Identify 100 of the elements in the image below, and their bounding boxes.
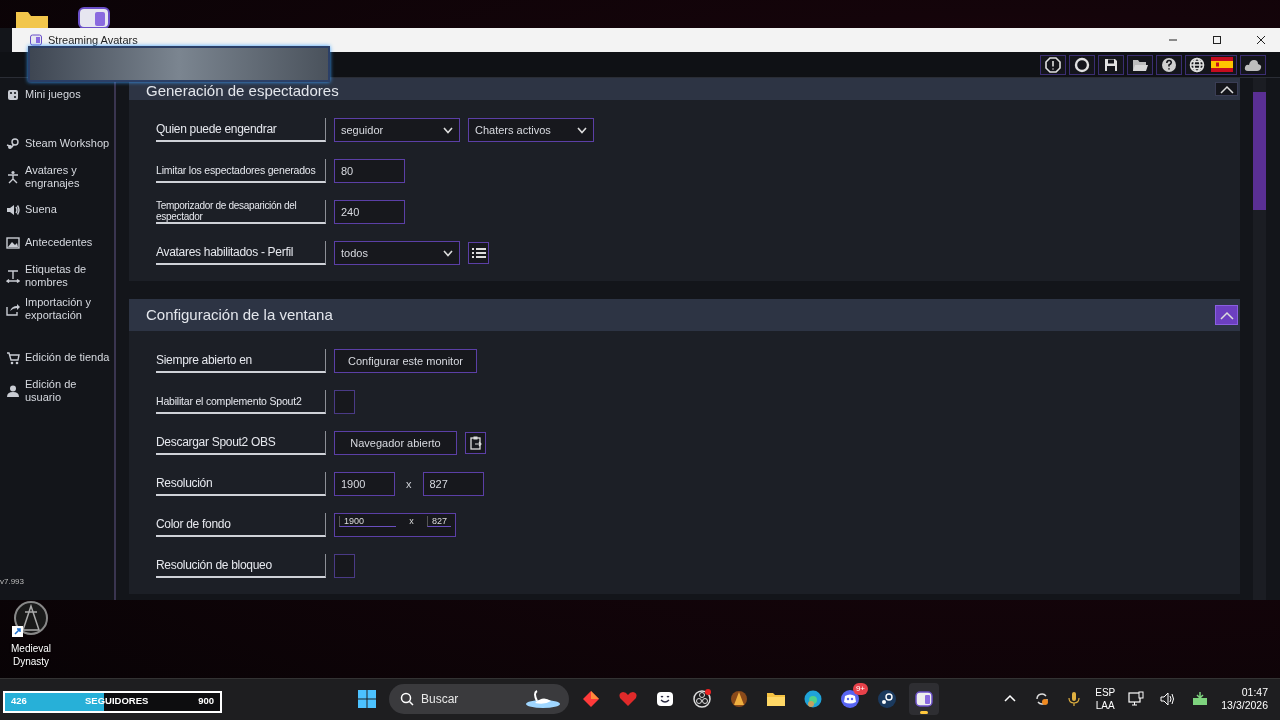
dropdown[interactable]: seguidor — [334, 118, 460, 142]
scrollbar-thumb[interactable] — [1253, 92, 1266, 210]
search-icon — [400, 692, 414, 706]
language-button[interactable] — [1185, 54, 1237, 75]
taskbar-app[interactable] — [909, 683, 939, 715]
width-field[interactable]: 1900 — [334, 472, 395, 496]
steam-icon — [877, 689, 897, 709]
version-label: v7.993 — [0, 577, 25, 586]
browser-icon — [803, 689, 823, 709]
app-icon — [914, 689, 934, 709]
save-button[interactable] — [1098, 54, 1124, 75]
window-title: Streaming Avatars — [48, 34, 139, 46]
configure-button[interactable]: Configurar este monitor — [334, 349, 477, 373]
setting-label: Temporizador de desaparición del espectador — [156, 200, 326, 224]
height-field[interactable]: 827 — [422, 472, 484, 496]
picture-icon — [6, 235, 20, 250]
clipboard-icon — [469, 436, 482, 450]
diamond-icon — [581, 689, 601, 709]
search-field[interactable]: Buscar — [389, 684, 569, 714]
setting-label: Descargar Spout2 OBS — [156, 431, 326, 455]
app-icon — [30, 34, 42, 46]
setting-label: Avatares habilitados - Perfil — [156, 241, 326, 265]
times-sign: x — [408, 516, 415, 526]
language-indicator[interactable]: ESP LAA — [1095, 686, 1116, 712]
sidebar-item[interactable]: Avatares y engranajes — [0, 160, 114, 193]
taskbar-app[interactable]: 9+ — [835, 683, 865, 715]
cart-icon — [6, 350, 20, 365]
shortcut-icon[interactable] — [11, 600, 51, 640]
steam-icon — [6, 136, 20, 151]
collapse-button[interactable] — [1215, 82, 1238, 96]
alert-icon — [1045, 56, 1061, 73]
sync-icon — [1034, 691, 1051, 707]
color-field[interactable]: 1900 x 827 — [334, 513, 456, 537]
refresh-button[interactable] — [1069, 54, 1095, 75]
heart-icon — [618, 689, 638, 709]
save-icon — [1103, 56, 1119, 73]
export-icon — [6, 301, 20, 316]
cloud-button[interactable] — [1240, 54, 1266, 75]
list-button[interactable] — [468, 242, 489, 264]
setting-label: Resolución — [156, 472, 326, 496]
chevron-down-icon — [443, 249, 453, 257]
section-title: Configuración de la ventana — [146, 306, 333, 324]
dropdown[interactable]: Chaters activos — [468, 118, 594, 142]
sidebar-item[interactable]: Edición de tienda — [0, 341, 114, 374]
sidebar-item[interactable]: Importación y exportación — [0, 292, 114, 325]
volume-icon — [1160, 691, 1177, 707]
chevron-up-icon — [1219, 310, 1234, 320]
user-icon — [6, 383, 20, 398]
close-icon — [1256, 35, 1266, 45]
clipboard-button[interactable] — [465, 432, 486, 454]
dice-icon — [6, 87, 20, 102]
swan-icon — [525, 689, 561, 709]
maximize-icon — [1212, 35, 1222, 45]
list-icon — [471, 247, 486, 259]
number-field[interactable]: 240 — [334, 200, 405, 224]
setting-label: Quien puede engendrar — [156, 118, 326, 142]
obs-icon — [692, 689, 712, 709]
shortcut-label[interactable]: Medieval Dynasty — [4, 642, 58, 668]
open-folder-button[interactable] — [1127, 54, 1153, 75]
field-value: 827 — [426, 516, 451, 527]
help-icon — [1161, 56, 1177, 73]
checkbox[interactable] — [334, 390, 355, 414]
sidebar-item[interactable]: Etiquetas de nombres — [0, 259, 114, 292]
section-title: Generación de espectadores — [146, 82, 339, 100]
open-browser-button[interactable]: Navegador abierto — [334, 431, 457, 455]
dropdown[interactable]: todos — [334, 241, 460, 265]
notification-badge: 9+ — [852, 683, 868, 695]
cloud-icon — [1244, 57, 1262, 72]
person-icon — [6, 169, 20, 184]
sidebar-item[interactable]: Steam Workshop — [0, 127, 114, 160]
app-icon — [78, 6, 110, 28]
game-logo-icon — [729, 689, 749, 709]
chat-app-icon — [840, 689, 860, 709]
number-field[interactable]: 80 — [334, 159, 405, 183]
sidebar-item[interactable]: Suena — [0, 193, 114, 226]
field-value: 1900 — [339, 516, 396, 527]
meter-current: 426 — [11, 695, 27, 706]
setting-label: Limitar los espectadores generados — [156, 159, 326, 183]
help-button[interactable] — [1156, 54, 1182, 75]
ring-icon — [1074, 56, 1090, 73]
checkbox[interactable] — [334, 554, 355, 578]
microphone-icon — [1066, 691, 1083, 707]
network-icon — [1128, 691, 1145, 707]
setting-label: Siempre abierto en — [156, 349, 326, 373]
alert-button[interactable] — [1040, 54, 1066, 75]
sidebar-item[interactable]: Antecedentes — [0, 226, 114, 259]
text-icon — [6, 268, 20, 283]
setting-label: Habilitar el complemento Spout2 — [156, 390, 326, 414]
clock[interactable]: 01:47 13/3/2026 — [1221, 686, 1268, 712]
smiley-icon — [655, 689, 675, 709]
chevron-down-icon — [577, 126, 587, 134]
chevron-down-icon — [443, 126, 453, 134]
flag-icon — [1211, 57, 1233, 72]
chevron-up-icon — [1219, 84, 1234, 94]
setting-label: Color de fondo — [156, 513, 326, 537]
globe-icon — [1189, 56, 1205, 73]
sidebar-item[interactable]: Edición de usuario — [0, 374, 114, 407]
sidebar-item[interactable]: Mini juegos — [0, 78, 114, 111]
speaker-icon — [6, 202, 20, 217]
start-icon — [357, 689, 377, 709]
